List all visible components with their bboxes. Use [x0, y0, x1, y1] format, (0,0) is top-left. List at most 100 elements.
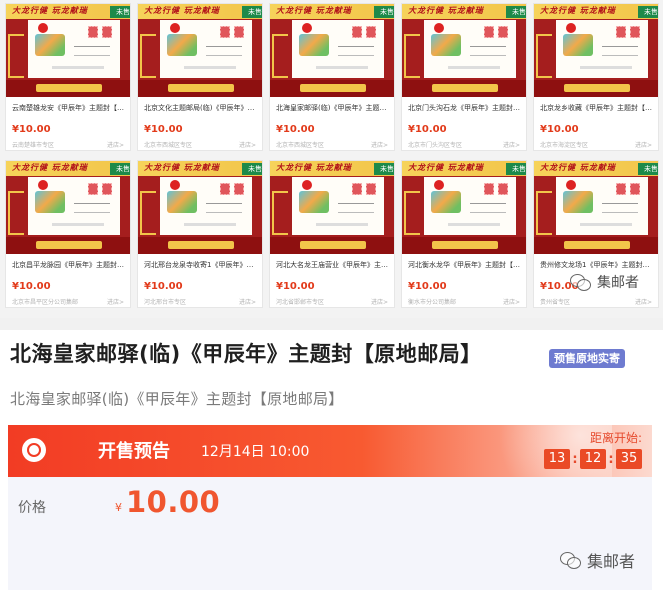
product-thumbnail[interactable]: 大龙行健 玩龙献瑞 未售: [402, 4, 526, 97]
address-lines: [470, 203, 506, 213]
product-card-title[interactable]: 河北邢台龙泉寺收寄1《甲辰年》主...: [144, 260, 258, 270]
address-lines: [74, 203, 110, 213]
seal-icon: [566, 180, 576, 190]
product-card-title[interactable]: 云南楚雄龙安《甲辰年》主题封【原...: [12, 103, 126, 113]
product-card-location: 衡水市分公司集邮: [408, 299, 457, 306]
enter-shop-link[interactable]: 进店>: [107, 297, 124, 306]
product-card-price: ¥10.00: [408, 124, 447, 135]
enter-shop-link[interactable]: 进店>: [503, 140, 520, 149]
product-card-location: 河北省邯郸市专区: [276, 299, 325, 306]
stamp-icon: [102, 183, 112, 195]
product-card[interactable]: 大龙行健 玩龙献瑞 未售 河北邢台龙泉寺收寄1《甲辰年》主... ¥10.00 河北邢台…: [137, 160, 263, 308]
product-thumbnail[interactable]: 大龙行健 玩龙献瑞 未售: [270, 161, 394, 254]
envelope-art: [299, 34, 329, 56]
thumbnail-caption-bar: [36, 84, 102, 92]
product-card[interactable]: 大龙行健 玩龙献瑞 未售 北京门头沟石龙《甲辰年》主题封【... ¥10.00 北京市门…: [401, 3, 527, 151]
product-card[interactable]: 大龙行健 玩龙献瑞 未售北京昌平龙脉园《甲辰年》主题封【... ¥10.00 北京市昌…: [5, 160, 131, 308]
thumbnail-bottom-band: [270, 237, 394, 254]
product-card-title[interactable]: 北京昌平龙脉园《甲辰年》主题封【...: [12, 260, 126, 270]
countdown-label: 距离开始:: [589, 431, 642, 445]
enter-shop-link[interactable]: 进店>: [503, 297, 520, 306]
product-thumbnail[interactable]: 大龙行健 玩龙献瑞 未售: [534, 161, 658, 254]
price-section: 价格 ¥ 10.00: [8, 477, 652, 590]
product-card-title[interactable]: 北海皇家邮驿(临)《甲辰年》主题封...: [276, 103, 390, 113]
countdown-seconds: 35: [616, 449, 642, 469]
product-thumbnail[interactable]: 大龙行健 玩龙献瑞 未售: [270, 4, 394, 97]
watermark-bottom: 集邮者: [560, 548, 635, 572]
presale-label: 开售预告: [98, 441, 170, 462]
product-card-title[interactable]: 北京门头沟石龙《甲辰年》主题封【...: [408, 103, 522, 113]
envelope-footer: [52, 223, 104, 226]
stamp-icon: [220, 26, 230, 38]
envelope-footer: [448, 66, 500, 69]
envelope-art: [35, 34, 65, 56]
watermark-text: 集邮者: [587, 552, 636, 571]
product-card[interactable]: 大龙行健 玩龙献瑞 未售 云南楚雄龙安《甲辰年》主题封【原... ¥10.00 云南楚雄…: [5, 3, 131, 151]
thumbnail-caption-bar: [564, 84, 630, 92]
thumbnail-frame: [140, 34, 156, 78]
stamp-icon: [484, 26, 494, 38]
product-card[interactable]: 大龙行健 玩龙献瑞 未售 北京龙乡收藏《甲辰年》主题封【原... ¥10.00 北京市海…: [533, 3, 659, 151]
enter-shop-link[interactable]: 进店>: [635, 140, 652, 149]
product-thumbnail[interactable]: 大龙行健 玩龙献瑞 未售: [6, 4, 130, 97]
stamp-icon: [234, 183, 244, 195]
thumbnail-frame: [140, 191, 156, 235]
thumbnail-slogan: 大龙行健 玩龙献瑞: [408, 5, 484, 15]
product-card-title[interactable]: 河北大名龙王庙营业《甲辰年》主题...: [276, 260, 390, 270]
thumbnail-frame: [272, 191, 288, 235]
countdown-hours: 13: [544, 449, 570, 469]
product-card-location: 北京市昌平区分公司集邮: [12, 299, 79, 306]
product-thumbnail[interactable]: 大龙行健 玩龙献瑞 未售: [402, 161, 526, 254]
sale-status-badge: 未售: [506, 163, 526, 175]
product-card[interactable]: 大龙行健 玩龙献瑞 未售 北海皇家邮驿(临)《甲辰年》主题封... ¥10.00 北京市…: [269, 3, 395, 151]
sale-status-badge: 未售: [374, 6, 394, 18]
product-card[interactable]: 大龙行健 玩龙献瑞 未售 北京文化主题邮局(临)《甲辰年》主... ¥10.00 北京市…: [137, 3, 263, 151]
watermark-text: 集邮者: [597, 275, 639, 291]
sale-status-badge: 未售: [242, 6, 262, 18]
sale-status-badge: 未售: [638, 163, 658, 175]
product-card-price: ¥10.00: [408, 281, 447, 292]
product-card-price: ¥10.00: [12, 124, 51, 135]
seal-icon: [434, 23, 444, 33]
product-card[interactable]: 大龙行健 玩龙献瑞 未售 河北大名龙王庙营业《甲辰年》主题... ¥10.00 河北省邯…: [269, 160, 395, 308]
thumbnail-caption-bar: [300, 241, 366, 249]
envelope-footer: [184, 66, 236, 69]
countdown-minutes: 12: [580, 449, 606, 469]
product-card-title[interactable]: 贵州修文龙场1《甲辰年》主题封【...: [540, 260, 654, 270]
product-thumbnail[interactable]: 大龙行健 玩龙献瑞 未售: [6, 161, 130, 254]
presale-badge: 预售原地实寄: [549, 349, 625, 368]
stamp-icon: [616, 26, 626, 38]
product-thumbnail[interactable]: 大龙行健 玩龙献瑞 未售: [534, 4, 658, 97]
watermark-top: 集邮者: [570, 272, 639, 292]
product-card-price: ¥10.00: [12, 281, 51, 292]
thumbnail-bottom-band: [6, 80, 130, 97]
enter-shop-link[interactable]: 进店>: [239, 297, 256, 306]
enter-shop-link[interactable]: 进店>: [239, 140, 256, 149]
product-thumbnail[interactable]: 大龙行健 玩龙献瑞 未售: [138, 161, 262, 254]
envelope-art: [563, 34, 593, 56]
envelope-image: [292, 177, 384, 235]
enter-shop-link[interactable]: 进店>: [371, 297, 388, 306]
product-thumbnail[interactable]: 大龙行健 玩龙献瑞 未售: [138, 4, 262, 97]
wechat-icon: [570, 274, 592, 291]
product-card-title[interactable]: 河北衡水龙华《甲辰年》主题封【原...: [408, 260, 522, 270]
seal-icon: [434, 180, 444, 190]
seal-icon: [170, 180, 180, 190]
thumbnail-caption-bar: [300, 84, 366, 92]
product-card-title[interactable]: 北京龙乡收藏《甲辰年》主题封【原...: [540, 103, 654, 113]
enter-shop-link[interactable]: 进店>: [107, 140, 124, 149]
product-card-title[interactable]: 北京文化主题邮局(临)《甲辰年》主...: [144, 103, 258, 113]
sale-status-badge: 未售: [110, 163, 130, 175]
enter-shop-link[interactable]: 进店>: [635, 297, 652, 306]
envelope-footer: [52, 66, 104, 69]
sale-status-badge: 未售: [242, 163, 262, 175]
address-lines: [338, 203, 374, 213]
countdown-timer: 13 : 12 : 35: [544, 449, 642, 469]
stamp-icon: [630, 26, 640, 38]
thumbnail-bottom-band: [534, 80, 658, 97]
thumbnail-bottom-band: [270, 80, 394, 97]
product-card[interactable]: 大龙行健 玩龙献瑞 未售河北衡水龙华《甲辰年》主题封【原... ¥10.00 衡水市分…: [401, 160, 527, 308]
envelope-art: [431, 191, 461, 213]
envelope-art: [167, 34, 197, 56]
enter-shop-link[interactable]: 进店>: [371, 140, 388, 149]
